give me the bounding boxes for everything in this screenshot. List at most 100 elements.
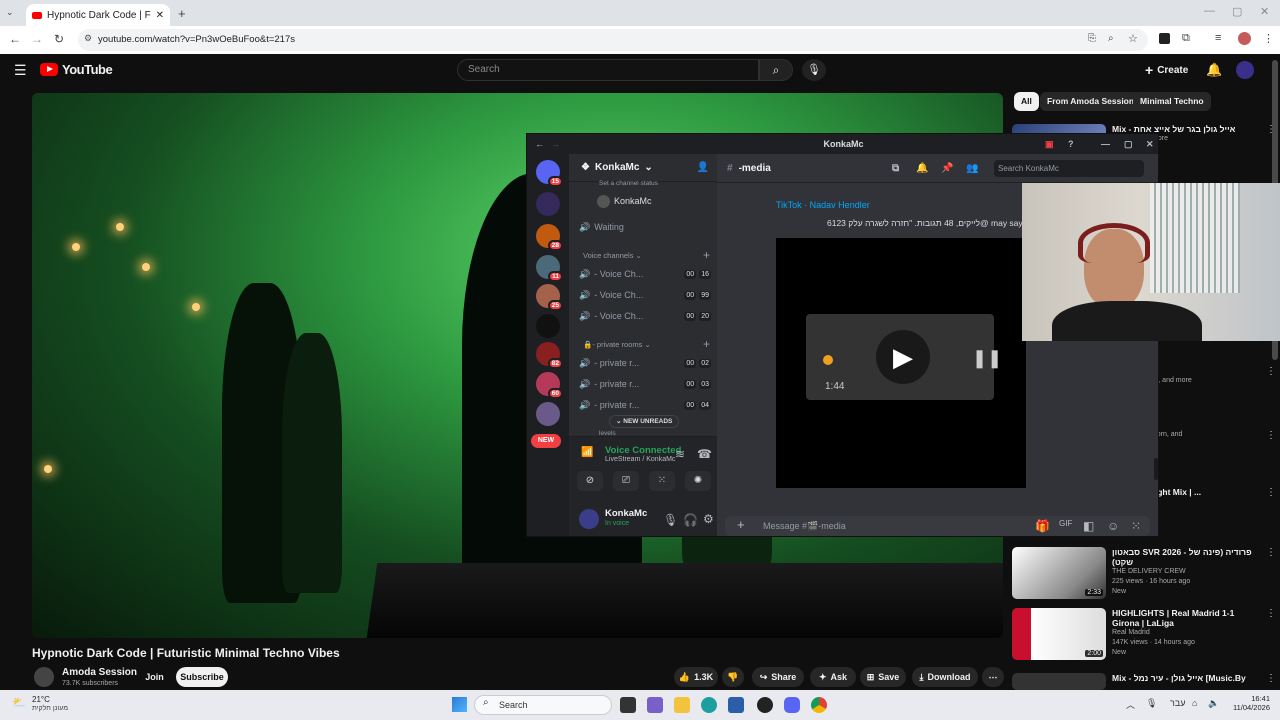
copilot-icon[interactable]	[647, 697, 663, 713]
forward-arrow-icon[interactable]: →	[551, 139, 560, 149]
site-info-icon[interactable]: ⚙	[84, 33, 92, 44]
more-vert-icon[interactable]: ⋮	[1266, 547, 1276, 599]
dm-home-icon[interactable]: 15	[536, 160, 563, 187]
file-explorer-icon[interactable]	[674, 697, 690, 713]
chip-from-amoda[interactable]: From Amoda Session	[1040, 92, 1142, 111]
soundboard-button[interactable]: ✺	[685, 471, 711, 491]
server-icon[interactable]: 60	[536, 372, 563, 399]
ask-button[interactable]: ✦ Ask	[810, 667, 856, 687]
install-icon[interactable]: ⎘	[1088, 33, 1096, 44]
category-private[interactable]: 🔒- private rooms ⌄	[583, 340, 651, 349]
extension-icon[interactable]	[1159, 33, 1170, 44]
hamburger-menu-icon[interactable]: ☰	[14, 62, 27, 79]
bookmark-star-icon[interactable]: ☆	[1128, 32, 1138, 45]
noise-suppression-icon[interactable]: ≋	[675, 447, 685, 461]
server-icon[interactable]	[536, 192, 560, 216]
camera-off-button[interactable]: ⊘	[577, 471, 603, 491]
settings-gear-icon[interactable]: ⚙	[703, 512, 714, 526]
embed-author-link[interactable]: TikTok · Nadav Hendler	[776, 200, 870, 210]
dislike-button[interactable]: 👎	[722, 667, 744, 687]
weather-temp[interactable]: 21°C	[32, 695, 50, 704]
channel-name[interactable]: Amoda Session	[62, 667, 137, 678]
share-button[interactable]: ↪ Share	[752, 667, 804, 687]
task-view-icon[interactable]	[620, 697, 636, 713]
add-channel-icon[interactable]: +	[703, 337, 710, 351]
forward-icon[interactable]: →	[31, 32, 43, 46]
account-avatar[interactable]	[1236, 61, 1254, 79]
channel-avatar[interactable]	[34, 667, 54, 687]
notification-bell-icon[interactable]: 🔔	[916, 163, 928, 174]
apps-icon[interactable]: ⁙	[1131, 519, 1141, 533]
invite-icon[interactable]: 👤	[697, 162, 709, 173]
attach-plus-icon[interactable]: +	[737, 517, 745, 532]
progress-knob[interactable]	[823, 355, 833, 365]
profile-avatar[interactable]	[1238, 32, 1251, 45]
zoom-icon[interactable]: ⌕	[1108, 33, 1114, 44]
new-unreads-pill[interactable]: ⌄ NEW UNREADS	[609, 415, 680, 428]
url-field[interactable]: youtube.com/watch?v=Pn3wOeBuFoo&t=217s	[78, 29, 1148, 51]
minimize-icon[interactable]: —	[1204, 5, 1215, 17]
private-room[interactable]: 🔊 - private r... 00 03	[579, 375, 711, 393]
media-control-icon[interactable]: ≡	[1215, 32, 1221, 44]
headphones-icon[interactable]: 🎧	[683, 513, 698, 527]
server-icon[interactable]: 82	[536, 342, 563, 369]
server-icon[interactable]: 11	[536, 255, 563, 282]
back-arrow-icon[interactable]: ←	[535, 139, 544, 149]
voice-channel[interactable]: 🔊 - Voice Ch... 00 16	[579, 265, 711, 283]
clock[interactable]: 16:41 11/04/2026	[1226, 694, 1270, 712]
volume-icon[interactable]: 🔈	[1208, 698, 1219, 709]
notifications-bell-icon[interactable]: 🔔	[1206, 62, 1222, 78]
screen-share-button[interactable]: ⎚	[613, 471, 639, 491]
back-icon[interactable]: ←	[9, 32, 21, 46]
recommendation-item[interactable]: 2:33 סבאטון SVR 2026 - פרודיה (פינה של ש…	[1012, 547, 1276, 599]
voice-channel[interactable]: 🔊 - Voice Ch... 00 99	[579, 286, 711, 304]
search-icon[interactable]: ⌕	[759, 59, 793, 81]
start-windows-icon[interactable]	[452, 697, 467, 712]
close-tab-icon[interactable]: ✕	[156, 10, 164, 21]
server-header[interactable]: ❖ KonkaMc ⌄ 👤	[569, 154, 717, 182]
dc-close-icon[interactable]: ✕	[1146, 139, 1154, 150]
youtube-search-input[interactable]: Search	[457, 59, 759, 81]
discord-taskbar-icon[interactable]	[784, 697, 800, 713]
user-name[interactable]: KonkaMc	[605, 508, 647, 519]
extensions-puzzle-icon[interactable]: ⧉	[1182, 32, 1190, 45]
inbox-icon[interactable]: ▣	[1045, 139, 1054, 150]
new-mentions-pill[interactable]: NEW	[531, 434, 561, 448]
chip-all[interactable]: All	[1014, 92, 1039, 111]
private-room[interactable]: 🔊 - private r... 00 02	[579, 354, 711, 372]
chip-minimal-techno[interactable]: Minimal Techno	[1133, 92, 1211, 111]
play-icon[interactable]: ▶	[876, 330, 930, 384]
edge-icon[interactable]	[701, 697, 717, 713]
subscribe-button[interactable]: Subscribe	[176, 667, 228, 687]
server-icon[interactable]	[536, 402, 560, 426]
gif-icon[interactable]: GIF	[1059, 519, 1072, 528]
browser-tab-active[interactable]: Hypnotic Dark Code | Futuristi ✕	[26, 4, 170, 26]
pin-icon[interactable]: 📌	[941, 163, 953, 174]
disconnect-icon[interactable]: ☎	[697, 447, 712, 461]
embed-video-player[interactable]: 1:44 ▶ ❚❚	[776, 238, 1026, 488]
youtube-logo[interactable]: YouTube	[40, 62, 113, 77]
voice-user[interactable]: KonkaMc	[597, 192, 729, 210]
more-vert-icon[interactable]: ⋮	[1266, 487, 1276, 539]
recommendation-item[interactable]: 2:00 HIGHLIGHTS | Real Madrid 1-1 Girona…	[1012, 608, 1276, 660]
more-vert-icon[interactable]: ⋮	[1266, 430, 1276, 482]
more-vert-icon[interactable]: ⋮	[1266, 608, 1276, 660]
threads-icon[interactable]: ⧉	[892, 163, 899, 174]
help-icon[interactable]: ?	[1068, 139, 1074, 149]
new-tab-icon[interactable]: +	[178, 6, 186, 21]
maximize-icon[interactable]: ▢	[1232, 5, 1242, 18]
voice-channel[interactable]: 🔊 - Voice Ch... 00 20	[579, 307, 711, 325]
create-button[interactable]: + Create	[1145, 61, 1188, 79]
voice-location[interactable]: LiveStream / KonkaMc	[605, 456, 675, 463]
member-list-icon[interactable]: 👥	[966, 163, 978, 174]
voice-search-mic-icon[interactable]: 🎙	[802, 59, 826, 81]
chrome-taskbar-icon[interactable]	[811, 697, 827, 713]
server-icon[interactable]: 28	[536, 224, 563, 251]
more-vert-icon[interactable]: ⋮	[1266, 673, 1274, 690]
emoji-icon[interactable]: ☺	[1107, 519, 1119, 533]
close-window-icon[interactable]: ✕	[1260, 5, 1269, 18]
user-avatar[interactable]	[579, 509, 599, 529]
voice-connected-status[interactable]: Voice Connected	[605, 445, 681, 456]
like-button[interactable]: 👍 1.3K	[674, 667, 718, 687]
pause-icon[interactable]: ❚❚	[972, 348, 1002, 369]
